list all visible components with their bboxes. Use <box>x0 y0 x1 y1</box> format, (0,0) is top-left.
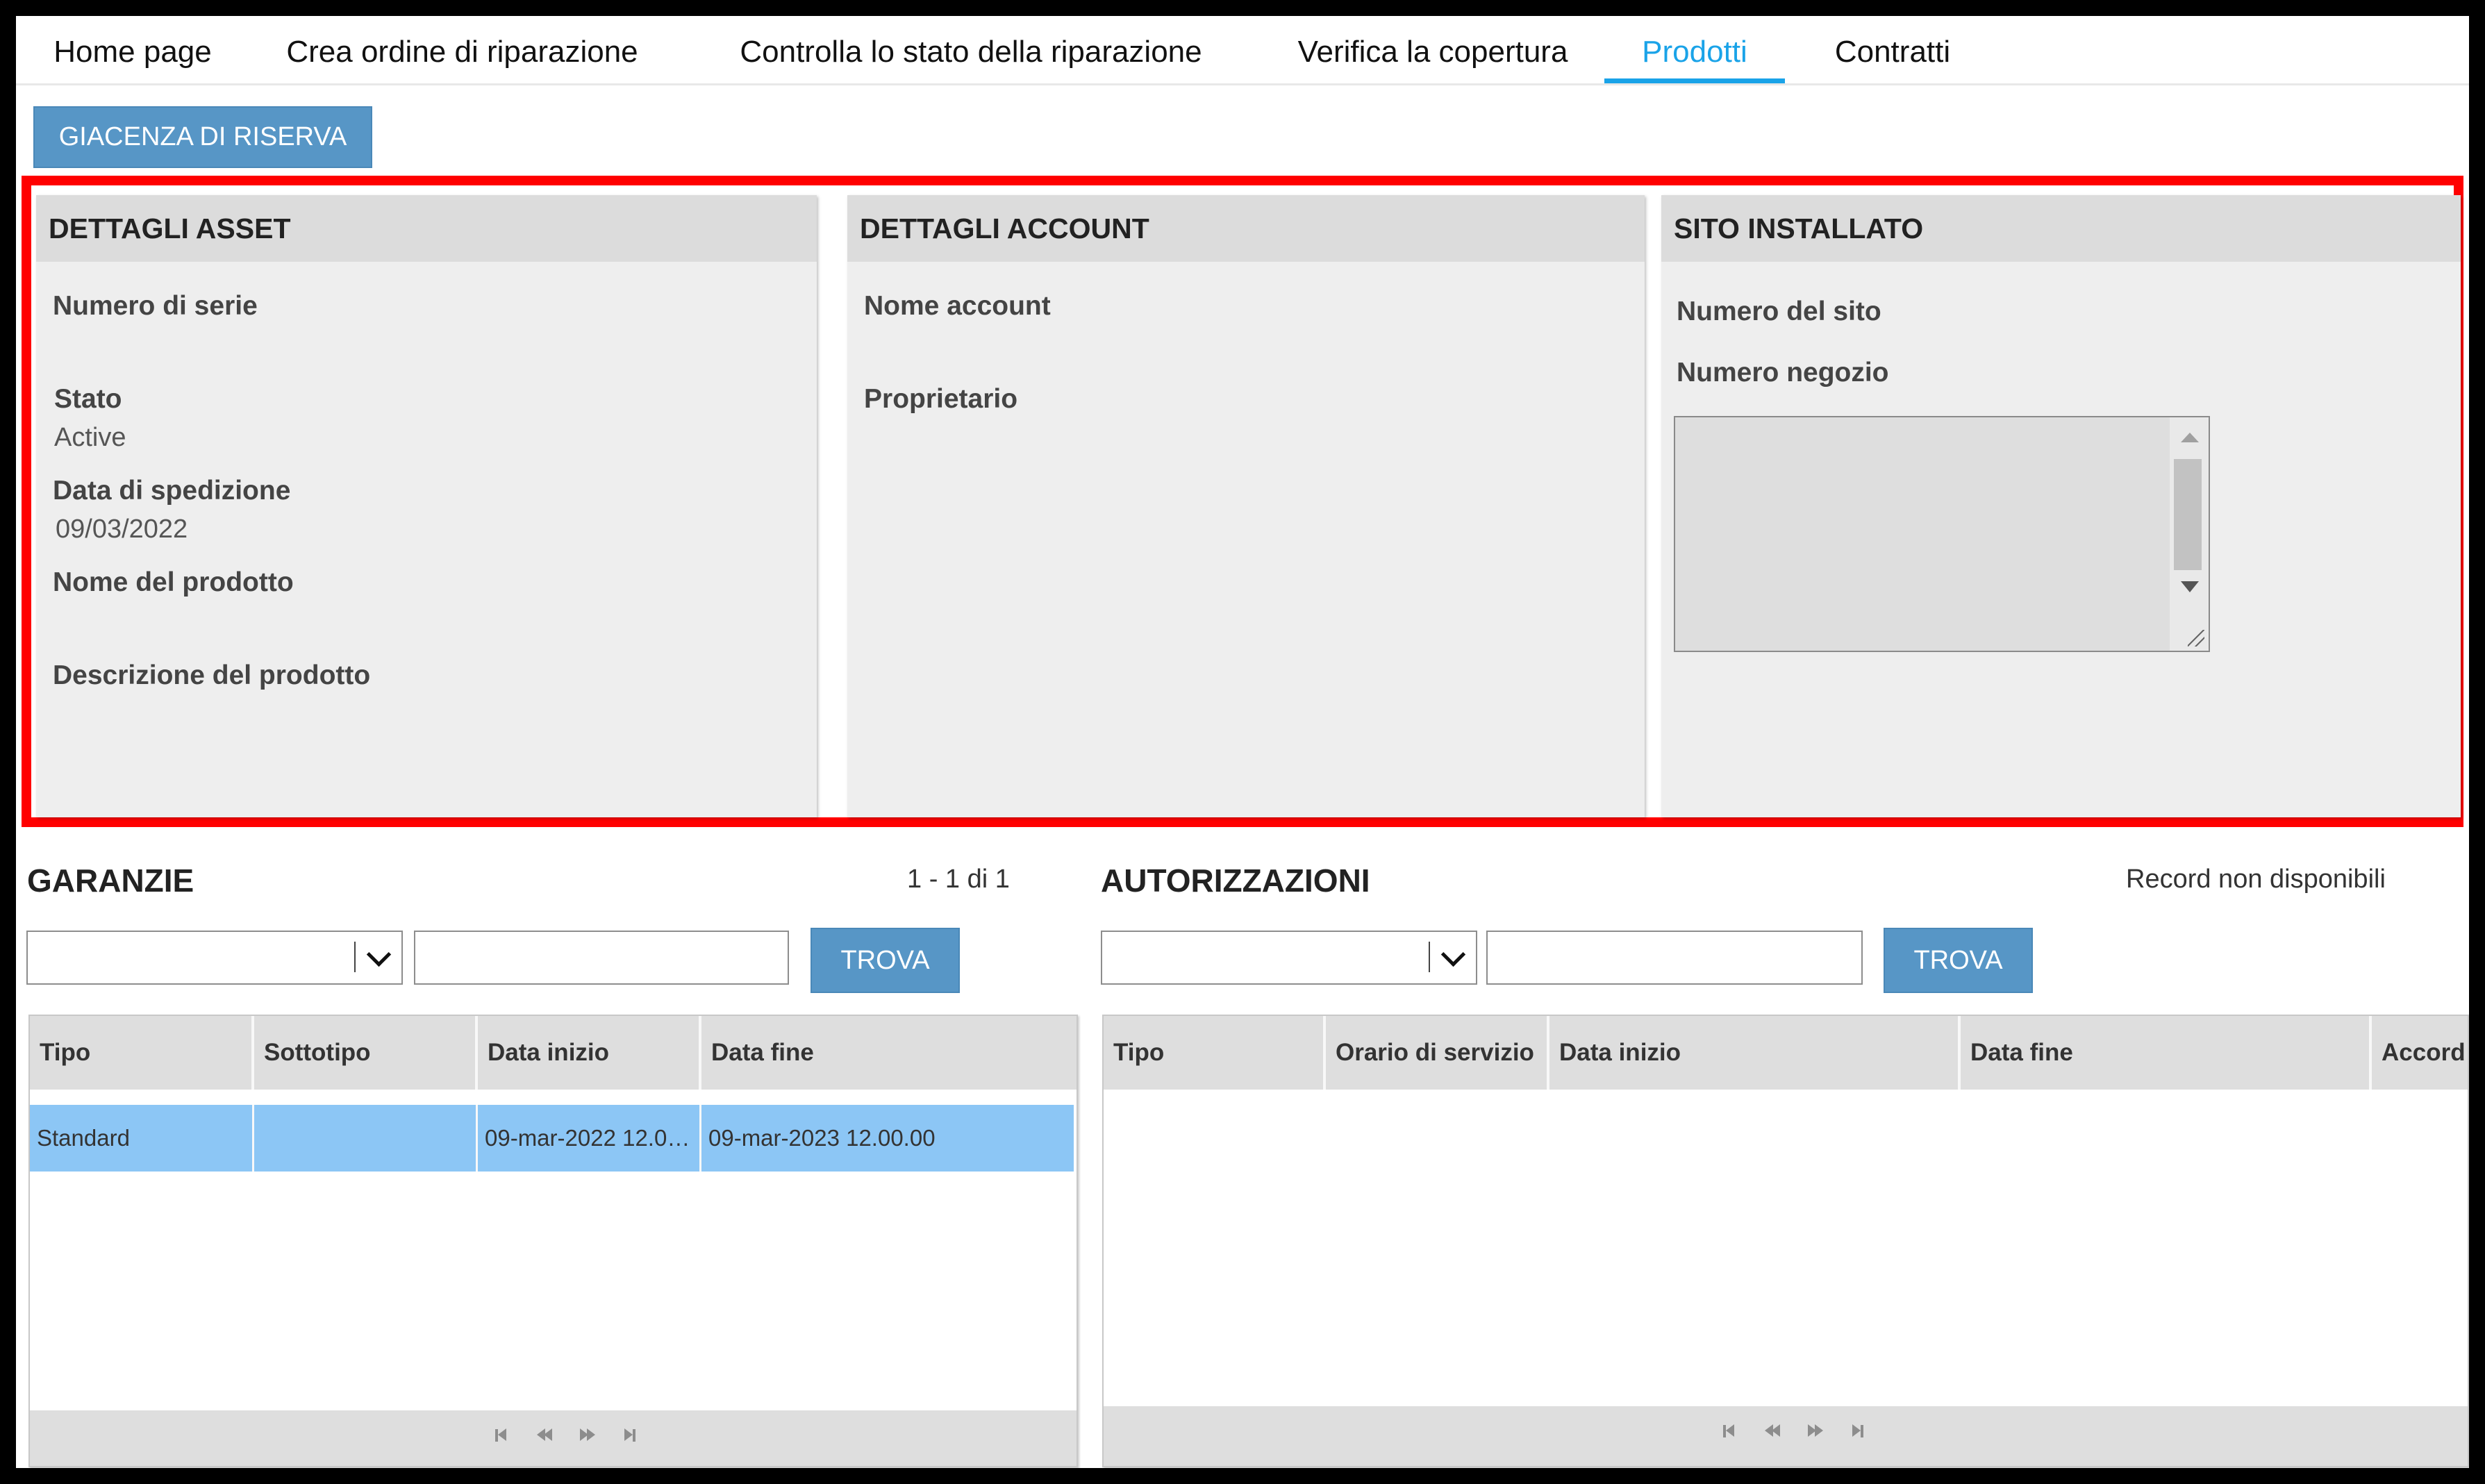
last-page-icon[interactable] <box>1850 1424 1872 1442</box>
column-header-type[interactable]: Tipo <box>30 1016 254 1090</box>
status-label: Stato <box>54 384 122 414</box>
installed-site-title: SITO INSTALLATO <box>1661 195 2461 262</box>
chevron-down-icon[interactable] <box>366 942 392 967</box>
table-pager <box>30 1410 1077 1466</box>
owner-label: Proprietario <box>864 384 1018 414</box>
table-pager <box>1104 1406 2468 1466</box>
warranties-title: GARANZIE <box>27 862 194 899</box>
column-header-agreement[interactable]: Accord <box>2372 1016 2469 1090</box>
authorizations-count: Record non disponibili <box>2126 865 2386 894</box>
tab-repair-status[interactable]: Controlla lo stato della riparazione <box>700 28 1242 83</box>
tab-home[interactable]: Home page <box>42 28 223 83</box>
column-header-type[interactable]: Tipo <box>1104 1016 1326 1090</box>
table-row[interactable]: Standard 09-mar-2022 12.00.00 09-mar-202… <box>30 1105 1074 1172</box>
cell-type: Standard <box>30 1105 254 1172</box>
cell-subtype <box>254 1105 478 1172</box>
warranties-filter-select[interactable] <box>26 931 403 985</box>
column-header-start-date[interactable]: Data inizio <box>478 1016 701 1090</box>
site-notes-textarea[interactable] <box>1674 416 2210 652</box>
account-name-label: Nome account <box>864 291 1051 321</box>
warranties-count: 1 - 1 di 1 <box>907 865 1010 894</box>
authorizations-search-input[interactable] <box>1486 931 1863 985</box>
account-details-panel: DETTAGLI ACCOUNT Nome account Proprietar… <box>847 195 1645 817</box>
first-page-icon[interactable] <box>1722 1424 1744 1442</box>
warranties-search-input[interactable] <box>414 931 789 985</box>
column-header-end-date[interactable]: Data fine <box>701 1016 1077 1090</box>
authorizations-find-button[interactable]: TROVA <box>1884 928 2033 993</box>
status-value: Active <box>54 423 126 452</box>
first-page-icon[interactable] <box>494 1428 516 1447</box>
scroll-up-icon[interactable] <box>2181 433 2199 442</box>
store-number-label: Numero negozio <box>1677 358 1889 387</box>
ship-date-label: Data di spedizione <box>53 476 291 506</box>
table-header: Tipo Sottotipo Data inizio Data fine <box>30 1016 1077 1090</box>
column-header-end-date[interactable]: Data fine <box>1961 1016 2372 1090</box>
account-details-title: DETTAGLI ACCOUNT <box>847 195 1645 262</box>
app-frame: Home page Crea ordine di riparazione Con… <box>16 16 2469 1468</box>
asset-details-title: DETTAGLI ASSET <box>36 195 817 262</box>
tab-check-coverage[interactable]: Verifica la copertura <box>1280 28 1586 83</box>
site-number-label: Numero del sito <box>1677 297 1881 326</box>
authorizations-table: Tipo Orario di servizio Data inizio Data… <box>1102 1015 2469 1467</box>
next-page-icon[interactable] <box>579 1428 601 1447</box>
scroll-down-icon[interactable] <box>2181 581 2199 592</box>
tab-bar: Home page Crea ordine di riparazione Con… <box>16 16 2469 85</box>
chevron-down-icon[interactable] <box>1440 942 1466 967</box>
cell-start-date: 09-mar-2022 12.00.00 <box>478 1105 701 1172</box>
select-separator <box>1429 942 1430 972</box>
asset-details-panel: DETTAGLI ASSET Numero di serie Stato Act… <box>36 195 817 817</box>
tab-contracts[interactable]: Contratti <box>1806 28 1979 83</box>
select-separator <box>354 942 356 972</box>
previous-page-icon[interactable] <box>535 1428 558 1447</box>
warranties-table: Tipo Sottotipo Data inizio Data fine Sta… <box>28 1015 1078 1467</box>
next-page-icon[interactable] <box>1806 1424 1829 1442</box>
column-header-service-hours[interactable]: Orario di servizio <box>1326 1016 1549 1090</box>
product-description-label: Descrizione del prodotto <box>53 660 371 690</box>
resize-grip-icon[interactable] <box>2188 630 2204 647</box>
tab-products[interactable]: Prodotti <box>1604 28 1785 83</box>
reserve-stock-button[interactable]: GIACENZA DI RISERVA <box>33 106 372 168</box>
scrollbar-thumb[interactable] <box>2174 459 2202 570</box>
authorizations-title: AUTORIZZAZIONI <box>1101 862 1370 899</box>
authorizations-filter-select[interactable] <box>1101 931 1477 985</box>
column-header-start-date[interactable]: Data inizio <box>1549 1016 1961 1090</box>
warranties-find-button[interactable]: TROVA <box>811 928 960 993</box>
table-header: Tipo Orario di servizio Data inizio Data… <box>1104 1016 2468 1090</box>
ship-date-value: 09/03/2022 <box>56 515 188 544</box>
last-page-icon[interactable] <box>622 1428 644 1447</box>
cell-end-date: 09-mar-2023 12.00.00 <box>708 1125 936 1151</box>
column-header-subtype[interactable]: Sottotipo <box>254 1016 478 1090</box>
serial-number-label: Numero di serie <box>53 291 258 321</box>
previous-page-icon[interactable] <box>1763 1424 1786 1442</box>
product-name-label: Nome del prodotto <box>53 567 294 597</box>
tab-create-repair-order[interactable]: Crea ordine di riparazione <box>266 28 658 83</box>
installed-site-panel: SITO INSTALLATO Numero del sito Numero n… <box>1661 195 2461 817</box>
textarea-scrollbar[interactable] <box>2170 417 2209 651</box>
